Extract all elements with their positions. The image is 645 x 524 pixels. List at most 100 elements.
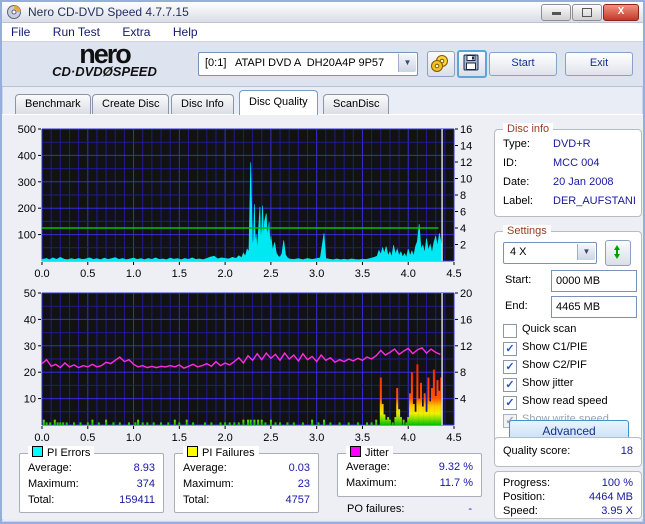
disc-type-label: Type: (503, 138, 530, 150)
svg-text:0.5: 0.5 (80, 268, 95, 280)
drive-select[interactable]: [0:1] ATAPI DVD A DH20A4P 9P57 ▼ (198, 52, 418, 76)
disc-type-value: DVD+R (553, 138, 591, 150)
exit-button[interactable]: Exit (565, 52, 633, 76)
pi-errors-box: PI Errors Average: 8.93 Maximum: 374 Tot… (19, 446, 164, 513)
pie-average-value: 8.93 (133, 462, 155, 474)
disc-info-title: Disc info (503, 123, 554, 135)
disc-label-value: DER_AUFSTANI (553, 195, 636, 207)
app-window: Nero CD-DVD Speed 4.7.7.15 X File Run Te… (0, 0, 645, 524)
speed-label: Speed: (503, 505, 538, 517)
settings-checkboxes: Quick scan ✓ Show C1/PIE ✓ Show C2/PIF ✓ Show … (497, 322, 637, 430)
chevron-down-icon[interactable]: ▼ (398, 54, 416, 72)
checkbox-box[interactable]: ✓ (503, 378, 517, 392)
checkbox-label: Quick scan (522, 323, 577, 335)
disc-info-box: Disc info Type: DVD+R ID: MCC 004 Date: … (494, 123, 642, 217)
svg-text:200: 200 (18, 203, 36, 215)
close-button[interactable]: X (603, 4, 639, 21)
pi-errors-swatch (32, 446, 43, 457)
svg-text:2.5: 2.5 (263, 432, 278, 444)
svg-text:2.0: 2.0 (217, 268, 232, 280)
close-icon: X (617, 6, 625, 17)
cd-dvd-speed-logo-text: CD·DVDØSPEED (52, 64, 157, 79)
checkbox-show-c1-pie[interactable]: ✓ Show C1/PIE (503, 340, 637, 358)
svg-text:400: 400 (18, 150, 36, 162)
checkbox-label: Show read speed (522, 395, 608, 407)
disc-date-label: Date: (503, 176, 530, 188)
chevron-down-icon[interactable]: ▼ (577, 244, 595, 260)
svg-text:1.0: 1.0 (126, 268, 141, 280)
refresh-button[interactable] (605, 240, 631, 266)
tab-disc-info[interactable]: Disc Info (171, 94, 234, 115)
jitter-box: Jitter Average: 9.32 % Maximum: 11.7 % (337, 446, 482, 497)
checkbox-show-jitter[interactable]: ✓ Show jitter (503, 376, 637, 394)
tab-create-disc[interactable]: Create Disc (92, 94, 170, 115)
checkbox-show-c2-pif[interactable]: ✓ Show C2/PIF (503, 358, 637, 376)
svg-text:50: 50 (24, 288, 36, 300)
svg-text:2: 2 (460, 240, 466, 252)
pie-maximum-label: Maximum: (28, 478, 79, 490)
svg-text:20: 20 (460, 288, 472, 300)
svg-text:8: 8 (460, 367, 466, 379)
eject-disc-button[interactable] (427, 51, 455, 77)
title-bar: Nero CD-DVD Speed 4.7.7.15 X (2, 2, 643, 23)
maximize-icon (582, 8, 592, 17)
svg-text:4: 4 (460, 394, 466, 406)
svg-text:20: 20 (24, 367, 36, 379)
checkbox-quick-scan[interactable]: Quick scan (503, 322, 637, 340)
menu-help[interactable]: Help (164, 23, 207, 41)
svg-text:4.0: 4.0 (401, 268, 416, 280)
checkbox-box[interactable]: ✓ (503, 396, 517, 410)
tab-benchmark[interactable]: Benchmark (15, 94, 91, 115)
start-position-field[interactable] (551, 270, 637, 292)
po-failures-label: PO failures: (347, 503, 405, 515)
svg-text:4.5: 4.5 (446, 432, 461, 444)
tab-scandisc[interactable]: ScanDisc (323, 94, 390, 115)
checkbox-label: Show C2/PIF (522, 359, 587, 371)
settings-title: Settings (503, 225, 551, 237)
tab-strip: Benchmark Create Disc Disc Info Disc Qua… (2, 87, 643, 115)
speed-value: 3.95 X (601, 505, 633, 517)
maximize-button[interactable] (572, 4, 602, 21)
position-label: Position: (503, 491, 546, 503)
svg-text:100: 100 (18, 230, 36, 242)
start-button[interactable]: Start (489, 52, 557, 76)
svg-text:6: 6 (460, 207, 466, 219)
pie-total-value: 159411 (119, 494, 155, 506)
pi-errors-chart: 100 200 300 400 500 2 4 6 8 10 12 14 16 0.0 0.5 1.0 1.5 2… (18, 124, 473, 280)
checkbox-label: Show jitter (522, 377, 574, 389)
minimize-button[interactable] (541, 4, 571, 21)
position-value: 4464 MB (588, 491, 633, 503)
end-position-label: End: (505, 300, 528, 312)
svg-text:2.0: 2.0 (217, 432, 232, 444)
quality-score-box: Quality score: 18 (494, 437, 642, 467)
svg-text:30: 30 (24, 341, 36, 353)
svg-text:3.5: 3.5 (355, 432, 370, 444)
end-position-field[interactable] (551, 296, 637, 318)
progress-value: 100 % (601, 477, 633, 489)
refresh-arrows-icon (614, 245, 620, 259)
minimize-icon (551, 12, 561, 15)
settings-box: Settings 4 X ▼ Start: End: Quick scan ✓ Sh… (494, 225, 642, 451)
checkbox-show-read-speed[interactable]: ✓ Show read speed (503, 394, 637, 412)
pif-total-value: 4757 (285, 494, 310, 506)
speed-select[interactable]: 4 X ▼ (503, 242, 597, 264)
pi-failures-swatch (187, 446, 198, 457)
save-button[interactable] (457, 50, 487, 78)
tab-disc-quality[interactable]: Disc Quality (239, 90, 318, 115)
progress-box: Progress: 100 % Position: 4464 MB Speed:… (494, 471, 642, 519)
checkbox-box[interactable]: ✓ (503, 360, 517, 374)
quality-score-value: 18 (620, 445, 633, 457)
checkbox-box[interactable] (503, 324, 517, 338)
pif-total-label: Total: (183, 494, 210, 506)
toolbar: nero CD·DVDØSPEED [0:1] ATAPI DVD A DH20… (2, 41, 643, 87)
pi-failures-title: PI Failures (183, 446, 259, 459)
svg-text:4: 4 (460, 223, 466, 235)
svg-text:1.5: 1.5 (172, 432, 187, 444)
checkbox-box[interactable]: ✓ (503, 342, 517, 356)
menu-file[interactable]: File (2, 23, 39, 41)
svg-text:14: 14 (460, 141, 472, 153)
pif-average-label: Average: (183, 462, 227, 474)
progress-label: Progress: (503, 477, 551, 489)
svg-text:4.5: 4.5 (446, 268, 461, 280)
quality-score-label: Quality score: (503, 445, 571, 457)
